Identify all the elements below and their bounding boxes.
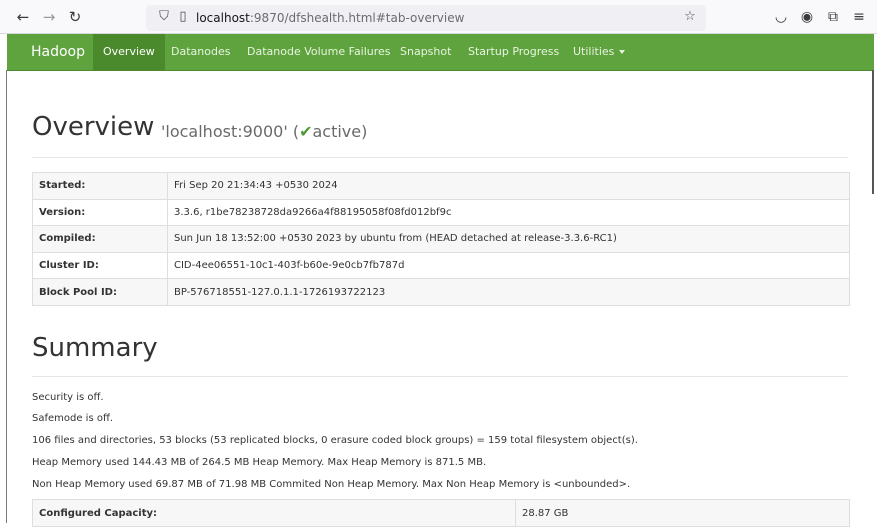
tab-datanode-volume-failures[interactable]: Datanode Volume Failures — [247, 34, 391, 70]
tab-snapshot[interactable]: Snapshot — [400, 34, 451, 70]
url-host: localhost — [196, 11, 250, 25]
tab-startup-progress[interactable]: Startup Progress — [468, 34, 559, 70]
bookmark-star-icon[interactable]: ☆ — [682, 9, 698, 25]
row-key: Started: — [32, 172, 168, 200]
url-path: :9870/dfshealth.html#tab-overview — [249, 11, 465, 25]
table-row: Block Pool ID: BP-576718551-127.0.1.1-17… — [32, 278, 850, 306]
table-row: Started: Fri Sep 20 21:34:43 +0530 2024 — [32, 172, 850, 200]
reload-icon[interactable]: ↻ — [66, 8, 84, 26]
row-key: Cluster ID: — [32, 251, 168, 280]
address-bar[interactable]: ⛉ ▯ localhost:9870/dfshealth.html#tab-ov… — [146, 5, 706, 31]
security-status: Security is off. — [32, 392, 104, 403]
row-key: Configured Capacity: — [32, 499, 516, 527]
brand-logo[interactable]: Hadoop — [7, 34, 100, 70]
row-value: 3.3.6, r1be78238728da9266a4f88195058f08f… — [167, 198, 850, 227]
row-value: CID-4ee06551-10c1-403f-b60e-9e0cb7fb787d — [167, 251, 850, 280]
row-key: Version: — [32, 198, 168, 227]
caret-down-icon — [619, 50, 626, 54]
namenode-status: 'localhost:9000' (✔active) — [161, 122, 367, 141]
table-row: Version: 3.3.6, r1be78238728da9266a4f881… — [32, 198, 850, 227]
utilities-label: Utilities — [573, 45, 615, 58]
frame-border — [6, 70, 7, 523]
row-value: Fri Sep 20 21:34:43 +0530 2024 — [167, 172, 850, 200]
row-value: BP-576718551-127.0.1.1-1726193722123 — [167, 278, 850, 306]
extensions-icon[interactable]: ⧉ — [824, 8, 842, 26]
pocket-icon[interactable]: ◡ — [772, 8, 790, 26]
page-icon[interactable]: ▯ — [175, 9, 191, 25]
safemode-status: Safemode is off. — [32, 413, 114, 424]
namenode-host: 'localhost:9000' ( — [161, 122, 300, 141]
overview-table: Started: Fri Sep 20 21:34:43 +0530 2024 … — [32, 172, 850, 306]
shield-icon[interactable]: ⛉ — [156, 9, 172, 25]
table-row: Configured Capacity: 28.87 GB — [32, 499, 850, 527]
namenode-state: active) — [312, 122, 368, 141]
tab-datanodes[interactable]: Datanodes — [171, 34, 230, 70]
page-title: Overview — [32, 112, 155, 142]
row-key: Block Pool ID: — [32, 278, 168, 306]
url-text[interactable]: localhost:9870/dfshealth.html#tab-overvi… — [196, 11, 464, 25]
hadoop-navbar: Hadoop Overview Datanodes Datanode Volum… — [7, 34, 874, 71]
row-value: Sun Jun 18 13:52:00 +0530 2023 by ubuntu… — [167, 225, 850, 253]
divider — [32, 376, 848, 377]
scrollbar[interactable] — [872, 70, 874, 194]
tab-overview[interactable]: Overview — [93, 34, 165, 70]
non-heap-memory-summary: Non Heap Memory used 69.87 MB of 71.98 M… — [32, 479, 631, 490]
tab-utilities[interactable]: Utilities — [573, 34, 626, 70]
back-icon[interactable]: ← — [14, 8, 32, 26]
browser-toolbar: ← → ↻ ⛉ ▯ localhost:9870/dfshealth.html#… — [0, 0, 877, 34]
summary-heading: Summary — [32, 333, 158, 363]
filesystem-summary: 106 files and directories, 53 blocks (53… — [32, 435, 638, 446]
row-value: 28.87 GB — [515, 499, 850, 527]
account-icon[interactable]: ◉ — [798, 8, 816, 26]
check-icon: ✔ — [299, 122, 313, 141]
table-row: Compiled: Sun Jun 18 13:52:00 +0530 2023… — [32, 225, 850, 253]
row-key: Compiled: — [32, 225, 168, 253]
heap-memory-summary: Heap Memory used 144.43 MB of 264.5 MB H… — [32, 457, 487, 468]
divider — [32, 157, 848, 158]
menu-icon[interactable]: ≡ — [850, 8, 868, 26]
table-row: Cluster ID: CID-4ee06551-10c1-403f-b60e-… — [32, 251, 850, 280]
forward-icon[interactable]: → — [40, 8, 58, 26]
